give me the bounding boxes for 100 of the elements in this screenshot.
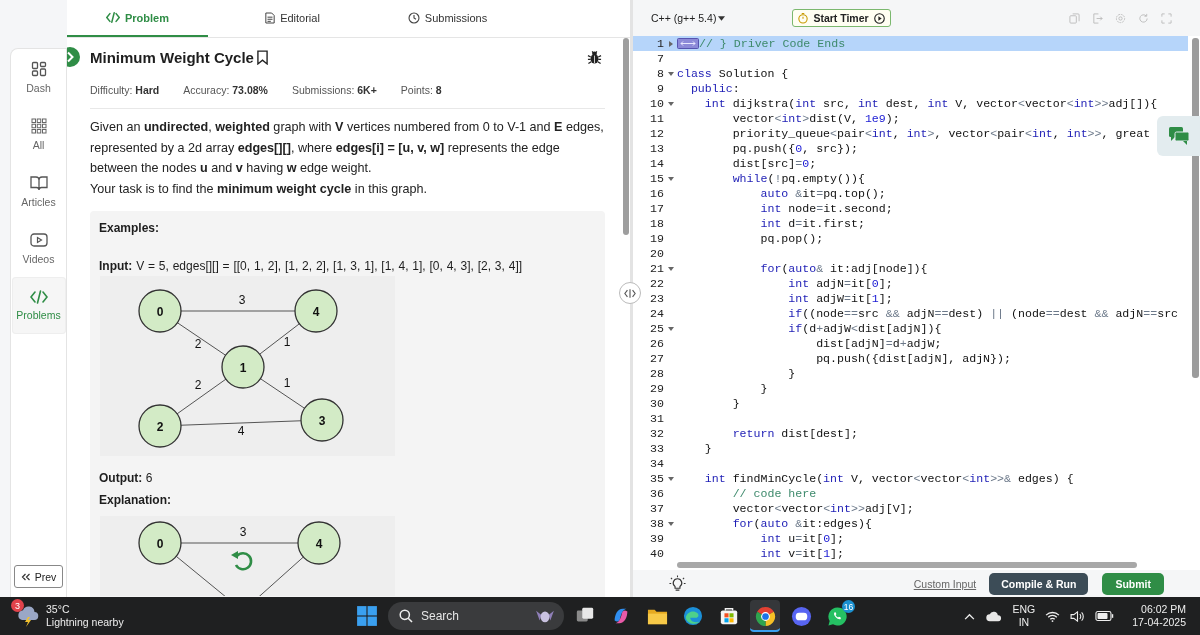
line-number: 19: [649, 232, 664, 245]
example-output: Output: 6: [99, 471, 154, 485]
clock-time[interactable]: 06:02 PM: [1141, 603, 1186, 616]
graph-edge: [259, 323, 300, 355]
code-line: int dijkstra(int src, int dest, int V, vector<vector<int>>adj[]){: [703, 96, 1158, 111]
caret-up-icon[interactable]: [963, 612, 975, 620]
code-line: int findMinCycle(int V, vector<vector<int>>& edges) {: [703, 471, 1074, 486]
stopwatch-icon: [798, 12, 809, 24]
description-paragraph: Given an undirected, weighted graph with V vertices numbered from 0 to V-1 and E edges, represented by a 2d array edges[][], where edges[i] = [u, v, w] represents the edge between the nodes u and v having w edge weight.: [90, 119, 605, 177]
graph-node: 4: [297, 521, 341, 565]
code-line: return dist[dest];: [731, 426, 858, 441]
nav-item[interactable]: All: [11, 106, 66, 163]
line-number: 33: [649, 442, 664, 455]
code-line: int node=it.second;: [759, 201, 893, 216]
bookmark-icon[interactable]: [256, 49, 268, 65]
code-line: }: [787, 366, 796, 381]
tab[interactable]: Submissions: [377, 0, 518, 37]
line-number: 20: [649, 247, 664, 260]
line-number: 7: [656, 52, 664, 65]
notification-badge: 3: [11, 599, 24, 612]
graph-node: 0: [138, 521, 182, 565]
problem-stat: Accuracy: 73.08%: [183, 84, 268, 96]
code-line: dist[adjN]=d+adjW;: [815, 336, 942, 351]
line-number: 26: [649, 337, 664, 350]
prev-button[interactable]: Prev: [13, 565, 64, 588]
start-timer-button[interactable]: Start Timer: [792, 9, 891, 27]
double-chevron-icon: [20, 572, 31, 581]
fold-arrow-icon[interactable]: [667, 326, 674, 331]
line-number: 17: [649, 202, 664, 215]
scrollbar-thumb[interactable]: [677, 562, 1137, 568]
chat-icon: [1167, 126, 1190, 146]
line-number: 8: [656, 67, 664, 80]
line-number: 40: [649, 547, 664, 560]
line-number: 32: [649, 427, 664, 440]
description-paragraph: Your task is to find the minimum weight cycle in this graph.: [90, 180, 428, 198]
battery-icon[interactable]: [1095, 611, 1115, 621]
grid-icon: [30, 118, 47, 134]
nav-item[interactable]: Videos: [11, 220, 66, 277]
store-bag-icon: [719, 606, 739, 626]
compile-run-button[interactable]: Compile & Run: [989, 572, 1089, 595]
line-number: 30: [649, 397, 664, 410]
input-language[interactable]: ENG: [1012, 603, 1036, 616]
code-line: auto &it=pq.top();: [759, 186, 886, 201]
line-number: 21: [649, 262, 664, 275]
temperature: 35°C: [46, 603, 71, 616]
document-icon: [265, 11, 276, 24]
nav-item[interactable]: Problems: [11, 277, 66, 334]
code-line: // code here: [731, 486, 817, 501]
code-line: if((node==src && adjN==dest) || (node==dest && adjN==src: [787, 306, 1179, 321]
cloud-icon[interactable]: [984, 610, 1003, 622]
input-region[interactable]: IN: [1018, 616, 1030, 629]
fold-arrow-icon[interactable]: [667, 521, 674, 526]
example-input-text: Input: V = 5, edges[][] = [[0, 1, 2], [1, 2, 2], [1, 3, 1], [1, 4, 1], [0, 4, 3], [2, 3, 4]]: [99, 259, 524, 273]
line-number: 36: [649, 487, 664, 500]
line-number: 12: [649, 127, 664, 140]
tab[interactable]: Problem: [67, 0, 208, 37]
nav-item[interactable]: Articles: [11, 163, 66, 220]
bug-icon[interactable]: [587, 49, 602, 65]
custom-input-link[interactable]: Custom Input: [913, 577, 977, 590]
code-line: // } Driver Code Ends: [699, 36, 846, 51]
lightbulb-icon[interactable]: [669, 575, 686, 592]
fold-arrow-icon[interactable]: [667, 476, 674, 481]
edge-weight: 3: [238, 293, 246, 307]
code-icon: [29, 290, 48, 304]
line-number: 14: [649, 157, 664, 170]
graph-node: 1: [221, 345, 265, 389]
language-dropdown[interactable]: C++ (g++ 5.4): [651, 12, 726, 24]
line-number: 15: [649, 172, 664, 185]
taskbar-app[interactable]: 16: [822, 600, 852, 632]
search-bar[interactable]: Search: [388, 602, 564, 630]
clock-date[interactable]: 17-04-2025: [1132, 616, 1186, 629]
search-icon: [399, 609, 413, 623]
graph-edge: [176, 378, 227, 415]
folded-code-marker-icon[interactable]: [677, 38, 699, 49]
line-number: 22: [649, 277, 664, 290]
fold-arrow-icon[interactable]: [667, 266, 674, 271]
chat-button[interactable]: [1157, 116, 1200, 156]
edge-weight: 3: [239, 525, 247, 539]
storm-cloud-icon[interactable]: [16, 605, 40, 627]
search-input[interactable]: Search: [421, 609, 526, 623]
fold-arrow-icon[interactable]: [667, 176, 674, 181]
taskbar-app[interactable]: [750, 600, 780, 632]
edge-weight: 1: [283, 376, 291, 390]
speaker-icon[interactable]: [1070, 610, 1086, 622]
code-line: pq.push({0, src});: [731, 141, 858, 156]
fold-arrow-icon[interactable]: [667, 71, 674, 76]
fold-arrow-icon[interactable]: [667, 101, 674, 106]
fold-arrow-icon[interactable]: [668, 40, 673, 47]
gamepad-icon: [790, 605, 812, 627]
tab[interactable]: Editorial: [222, 0, 363, 37]
code-line: while(!pq.empty()){: [731, 171, 865, 186]
start-button[interactable]: [356, 605, 378, 627]
nav-item[interactable]: Dash: [11, 49, 66, 106]
line-number: 37: [649, 502, 664, 515]
clock-icon: [407, 11, 420, 24]
submit-button[interactable]: Submit: [1102, 572, 1164, 595]
problem-stat: Points: 8: [400, 84, 442, 96]
scrollbar-thumb[interactable]: [623, 38, 629, 235]
problem-stat: Difficulty: Hard: [90, 84, 160, 96]
wifi-icon[interactable]: [1045, 610, 1061, 622]
